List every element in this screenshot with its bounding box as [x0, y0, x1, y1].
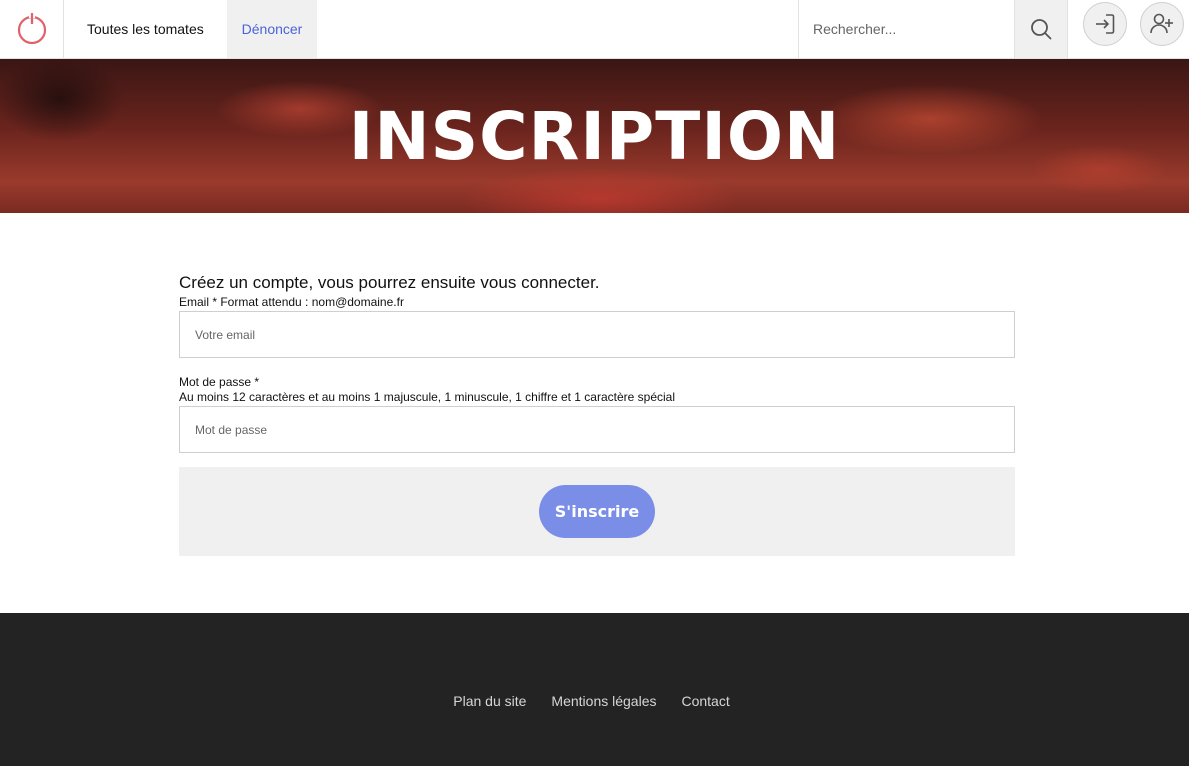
login-icon [1096, 14, 1115, 34]
site-header: Toutes les tomates Dénoncer [0, 0, 1189, 59]
password-field[interactable] [195, 422, 995, 437]
password-hint: Au moins 12 caractères et au moins 1 maj… [179, 390, 676, 404]
search-button[interactable] [1014, 0, 1068, 58]
footer-link-mentions-legales[interactable]: Mentions légales [551, 693, 656, 709]
nav-toutes-les-tomates[interactable]: Toutes les tomates [73, 0, 218, 58]
search-icon [1031, 19, 1052, 40]
site-footer: Plan du site Mentions légales Contact [0, 613, 1189, 766]
hero-banner: INSCRIPTION [0, 59, 1189, 213]
page-title: INSCRIPTION [348, 97, 841, 175]
search-box [798, 0, 1014, 58]
password-field-wrapper [179, 406, 1015, 453]
login-button[interactable] [1083, 2, 1127, 46]
email-label: Email * Format attendu : nom@domaine.fr [179, 295, 404, 309]
signup-button[interactable]: S'inscrire [539, 485, 655, 538]
footer-link-contact[interactable]: Contact [681, 693, 729, 709]
add-user-icon [1150, 13, 1173, 34]
nav-denoncer[interactable]: Dénoncer [227, 0, 317, 58]
password-block: Mot de passe * Au moins 12 caractères et… [179, 375, 1015, 453]
password-label: Mot de passe * [179, 375, 260, 389]
email-field[interactable] [195, 327, 995, 342]
search-input[interactable] [813, 21, 1003, 37]
footer-links: Plan du site Mentions légales Contact [0, 693, 1189, 709]
power-icon [17, 13, 46, 45]
signup-form: Créez un compte, vous pourrez ensuite vo… [179, 273, 1015, 556]
email-field-wrapper [179, 311, 1015, 358]
home-logo[interactable] [0, 0, 64, 58]
form-intro: Créez un compte, vous pourrez ensuite vo… [179, 273, 600, 292]
footer-link-plan-du-site[interactable]: Plan du site [453, 693, 526, 709]
register-button[interactable] [1140, 2, 1184, 46]
submit-area: S'inscrire [179, 467, 1015, 556]
